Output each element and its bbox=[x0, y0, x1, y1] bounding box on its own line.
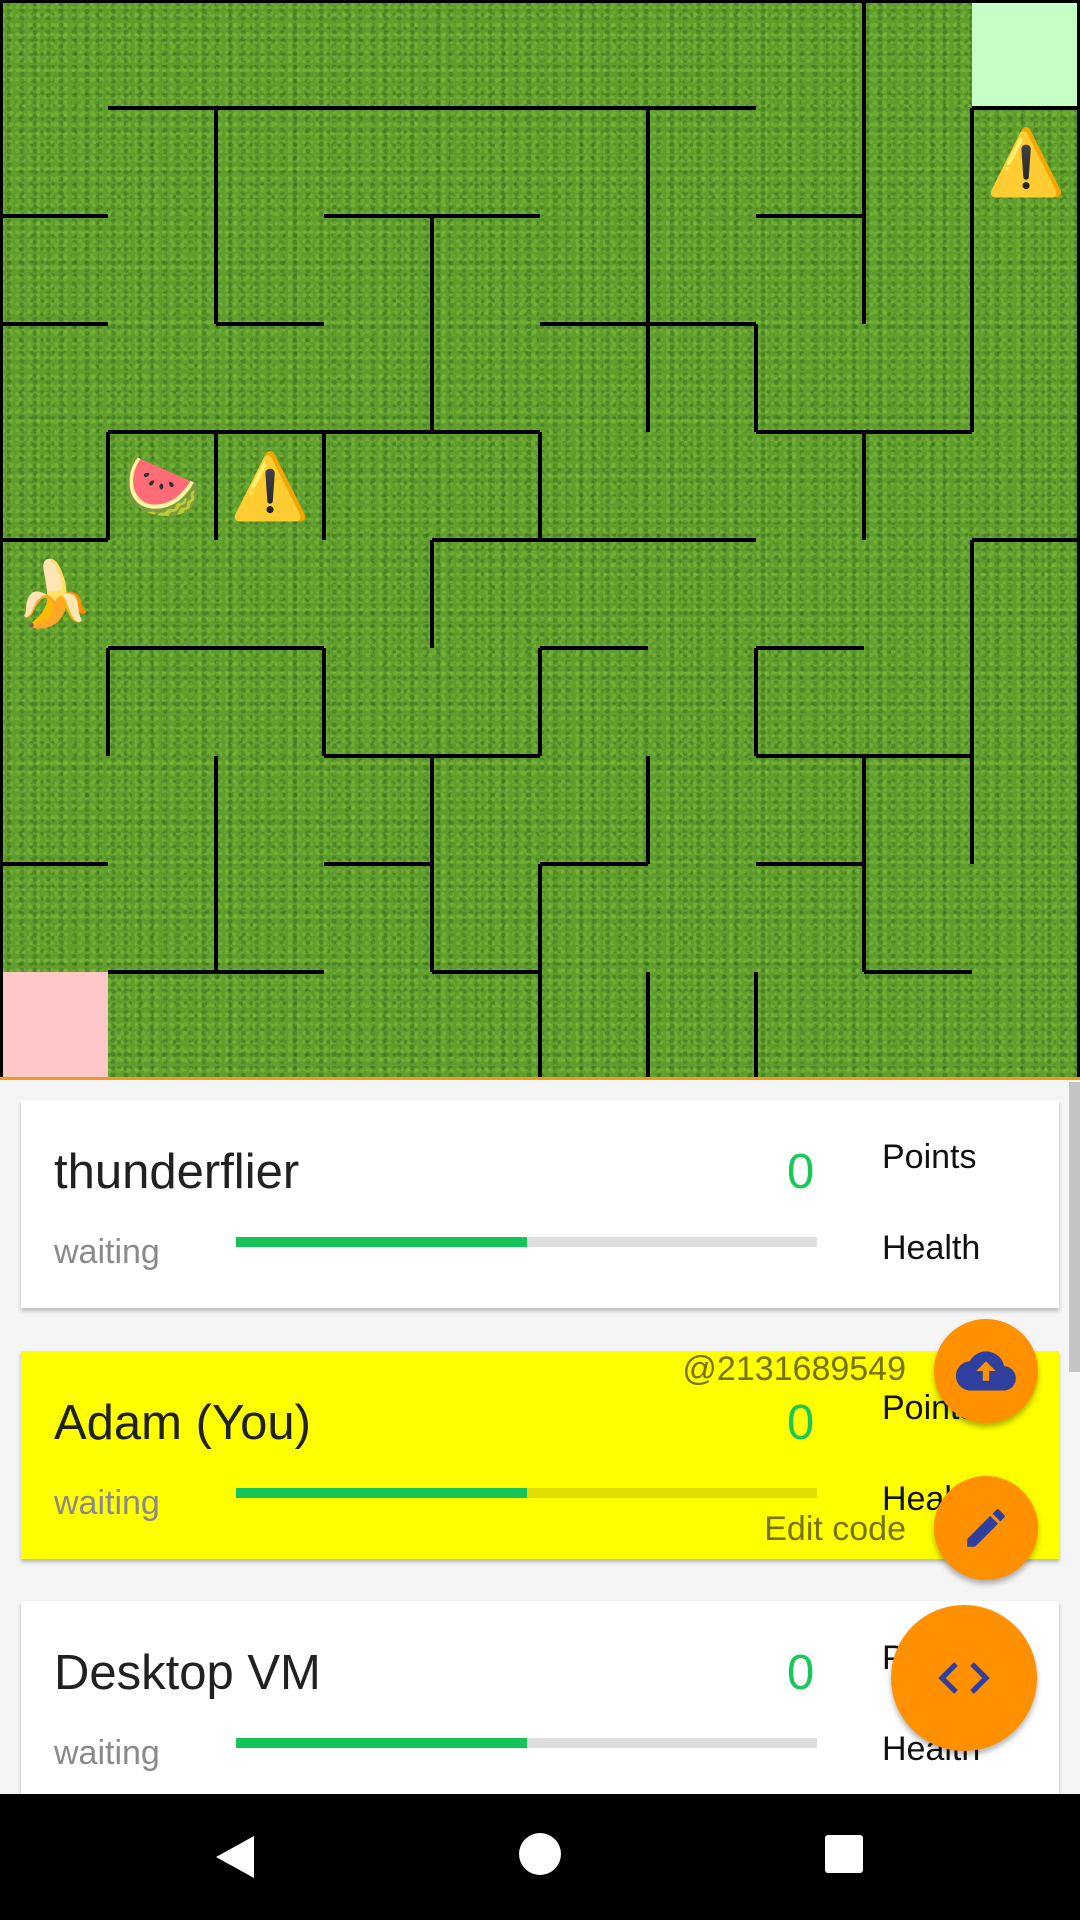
code-menu-button[interactable] bbox=[891, 1605, 1037, 1751]
player-status: waiting bbox=[54, 1484, 160, 1522]
health-bar bbox=[236, 1738, 817, 1748]
player-status: waiting bbox=[54, 1233, 160, 1271]
player-status: waiting bbox=[54, 1734, 160, 1772]
health-label: Health bbox=[882, 1229, 981, 1267]
code-brackets-icon bbox=[938, 1662, 990, 1694]
player-name: thunderflier bbox=[54, 1145, 300, 1199]
player-points: 0 bbox=[787, 1646, 815, 1700]
warning-icon: ⚠️ bbox=[230, 450, 310, 522]
player-card: thunderflier 0 Points waiting Health bbox=[21, 1100, 1059, 1308]
banana-icon: 🍌 bbox=[14, 558, 94, 630]
points-label: Points bbox=[882, 1138, 977, 1176]
player-name: Desktop VM bbox=[54, 1646, 321, 1700]
scrollbar[interactable] bbox=[1069, 1082, 1080, 1372]
edit-code-button[interactable] bbox=[934, 1476, 1038, 1580]
navigation-bar bbox=[0, 1794, 1080, 1920]
maze-board: ⚠️ 🍉 ⚠️ 🍌 bbox=[0, 0, 1080, 1080]
health-bar-fill bbox=[236, 1488, 527, 1498]
upload-label: @2131689549 bbox=[682, 1350, 906, 1388]
upload-button[interactable] bbox=[934, 1319, 1038, 1423]
player-points: 0 bbox=[787, 1145, 815, 1199]
pencil-icon bbox=[967, 1509, 1005, 1547]
health-bar-fill bbox=[236, 1738, 527, 1748]
home-icon[interactable] bbox=[518, 1832, 562, 1876]
player-name: Adam (You) bbox=[54, 1396, 311, 1450]
health-bar bbox=[236, 1237, 817, 1247]
edit-code-label: Edit code bbox=[764, 1510, 906, 1548]
health-bar bbox=[236, 1488, 817, 1498]
cloud-upload-icon bbox=[956, 1351, 1016, 1391]
watermelon-icon: 🍉 bbox=[122, 450, 202, 522]
recents-icon[interactable] bbox=[824, 1834, 864, 1874]
warning-icon: ⚠️ bbox=[986, 126, 1066, 198]
back-icon[interactable] bbox=[212, 1832, 258, 1882]
health-bar-fill bbox=[236, 1237, 527, 1247]
player-points: 0 bbox=[787, 1396, 815, 1450]
maze-walls bbox=[0, 0, 1080, 1077]
